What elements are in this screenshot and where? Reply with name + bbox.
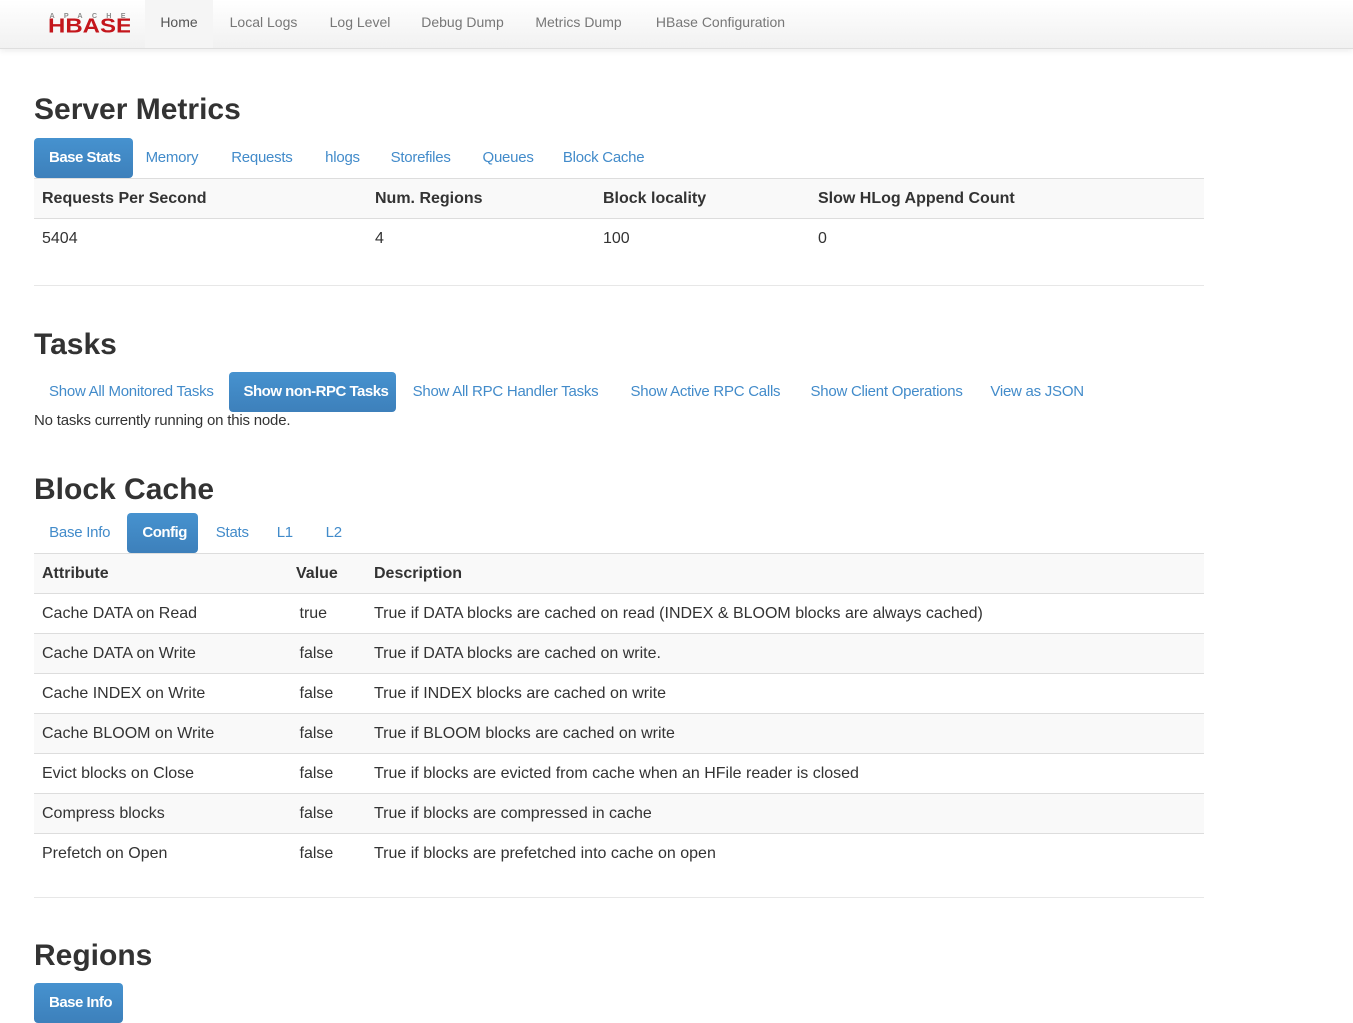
svg-text:HBASE: HBASE xyxy=(48,14,130,34)
